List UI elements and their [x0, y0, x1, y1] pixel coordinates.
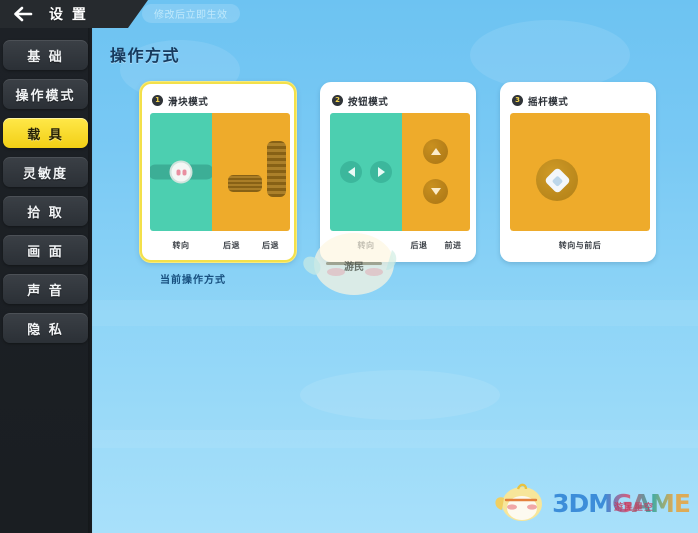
card-badge: 1 [152, 95, 163, 107]
steer-left-button-icon [340, 161, 362, 184]
sidebar-item-label: 声 音 [27, 283, 64, 299]
knob-dot-icon [176, 169, 180, 176]
steer-pane [330, 113, 402, 232]
card-badge: 3 [512, 95, 523, 107]
card-header: 1 滑块模式 [150, 92, 286, 109]
control-mode-card-list: 1 滑块模式 转向 后退 后退 2 按钮模式 转向 后退 前进 3 摇杆模式 转… [140, 82, 656, 262]
reverse-slider-icon [228, 175, 262, 193]
forward-button-icon [423, 139, 448, 165]
steer-pane [150, 113, 214, 232]
sidebar-item-privacy[interactable]: 隐 私 [3, 313, 88, 343]
foot-label-reverse: 后退 [223, 241, 240, 251]
settings-header-tab: 设 置 [0, 0, 148, 28]
card-title: 按钮模式 [348, 96, 389, 108]
card-preview [510, 113, 650, 232]
joystick-icon [536, 159, 578, 202]
forward-slider-icon [267, 141, 286, 198]
triangle-right-icon [377, 167, 385, 178]
sidebar-item-label: 基 础 [27, 49, 64, 65]
sidebar-item-label: 拾 取 [27, 205, 64, 221]
watermark-cn-text: 游民星空 [613, 503, 654, 513]
foot-label-forward: 后退 [262, 241, 279, 251]
sidebar-item-control-mode[interactable]: 操作模式 [3, 79, 88, 109]
foot-label-reverse: 后退 [410, 241, 428, 251]
throttle-pane [212, 113, 290, 232]
foot-label-steer: 转向 [172, 241, 190, 251]
sidebar-item-basic[interactable]: 基 础 [3, 40, 88, 70]
joystick-pad-icon [543, 166, 571, 194]
card-slider-mode[interactable]: 1 滑块模式 转向 后退 后退 [140, 82, 296, 262]
card-badge: 2 [332, 95, 343, 107]
settings-title: 设 置 [49, 7, 88, 23]
back-arrow-icon[interactable] [13, 6, 35, 22]
card-header: 2 按钮模式 [330, 92, 466, 109]
card-preview [150, 113, 290, 232]
sidebar-item-label: 隐 私 [27, 322, 64, 338]
foot-label-steer-and-throttle: 转向与前后 [558, 241, 602, 251]
reverse-button-icon [423, 179, 448, 205]
card-title: 滑块模式 [168, 96, 209, 108]
triangle-down-icon [430, 188, 441, 196]
card-footer: 转向与前后 [510, 231, 650, 260]
content-area: 操作方式 1 滑块模式 转向 后退 后退 2 按钮模式 转向 后退 前进 3 摇… [92, 28, 698, 533]
card-header: 3 摇杆模式 [510, 92, 646, 109]
knob-dot-icon [182, 169, 186, 176]
steer-slider-knob [169, 160, 193, 184]
card-footer: 转向 后退 前进 [330, 231, 470, 260]
joystick-core-icon [551, 174, 563, 187]
sidebar: 基 础 操作模式 载 具 灵敏度 拾 取 画 面 声 音 隐 私 [0, 28, 92, 533]
card-joystick-mode[interactable]: 3 摇杆模式 转向与前后 [500, 82, 656, 262]
sidebar-item-graphics[interactable]: 画 面 [3, 235, 88, 265]
sidebar-item-label: 灵敏度 [22, 166, 68, 182]
foot-label-steer: 转向 [357, 241, 375, 251]
sidebar-item-label: 载 具 [27, 127, 64, 143]
hint-banner: 修改后立即生效 [142, 4, 240, 23]
card-title: 摇杆模式 [528, 96, 569, 108]
sidebar-item-sound[interactable]: 声 音 [3, 274, 88, 304]
joystick-pane [510, 113, 650, 232]
throttle-pane [402, 113, 470, 232]
sidebar-item-label: 画 面 [27, 244, 64, 260]
chick-logo-icon [495, 483, 543, 521]
card-footer: 转向 后退 后退 [150, 231, 290, 260]
steer-right-button-icon [370, 161, 392, 184]
sidebar-item-vehicle[interactable]: 载 具 [3, 118, 88, 148]
sidebar-item-label: 操作模式 [15, 88, 76, 104]
current-mode-label: 当前操作方式 [160, 275, 226, 286]
foot-label-forward: 前进 [444, 241, 462, 251]
card-button-mode[interactable]: 2 按钮模式 转向 后退 前进 [320, 82, 476, 262]
triangle-up-icon [430, 148, 441, 156]
sidebar-item-sensitivity[interactable]: 灵敏度 [3, 157, 88, 187]
triangle-left-icon [347, 167, 355, 178]
sidebar-item-pickup[interactable]: 拾 取 [3, 196, 88, 226]
site-watermark: 3DMGAME 游民星空 [492, 479, 691, 527]
page-title: 操作方式 [110, 46, 181, 65]
top-bar: 设 置 修改后立即生效 [0, 0, 698, 28]
sidebar-edge-shadow [88, 28, 93, 533]
card-preview [330, 113, 470, 232]
